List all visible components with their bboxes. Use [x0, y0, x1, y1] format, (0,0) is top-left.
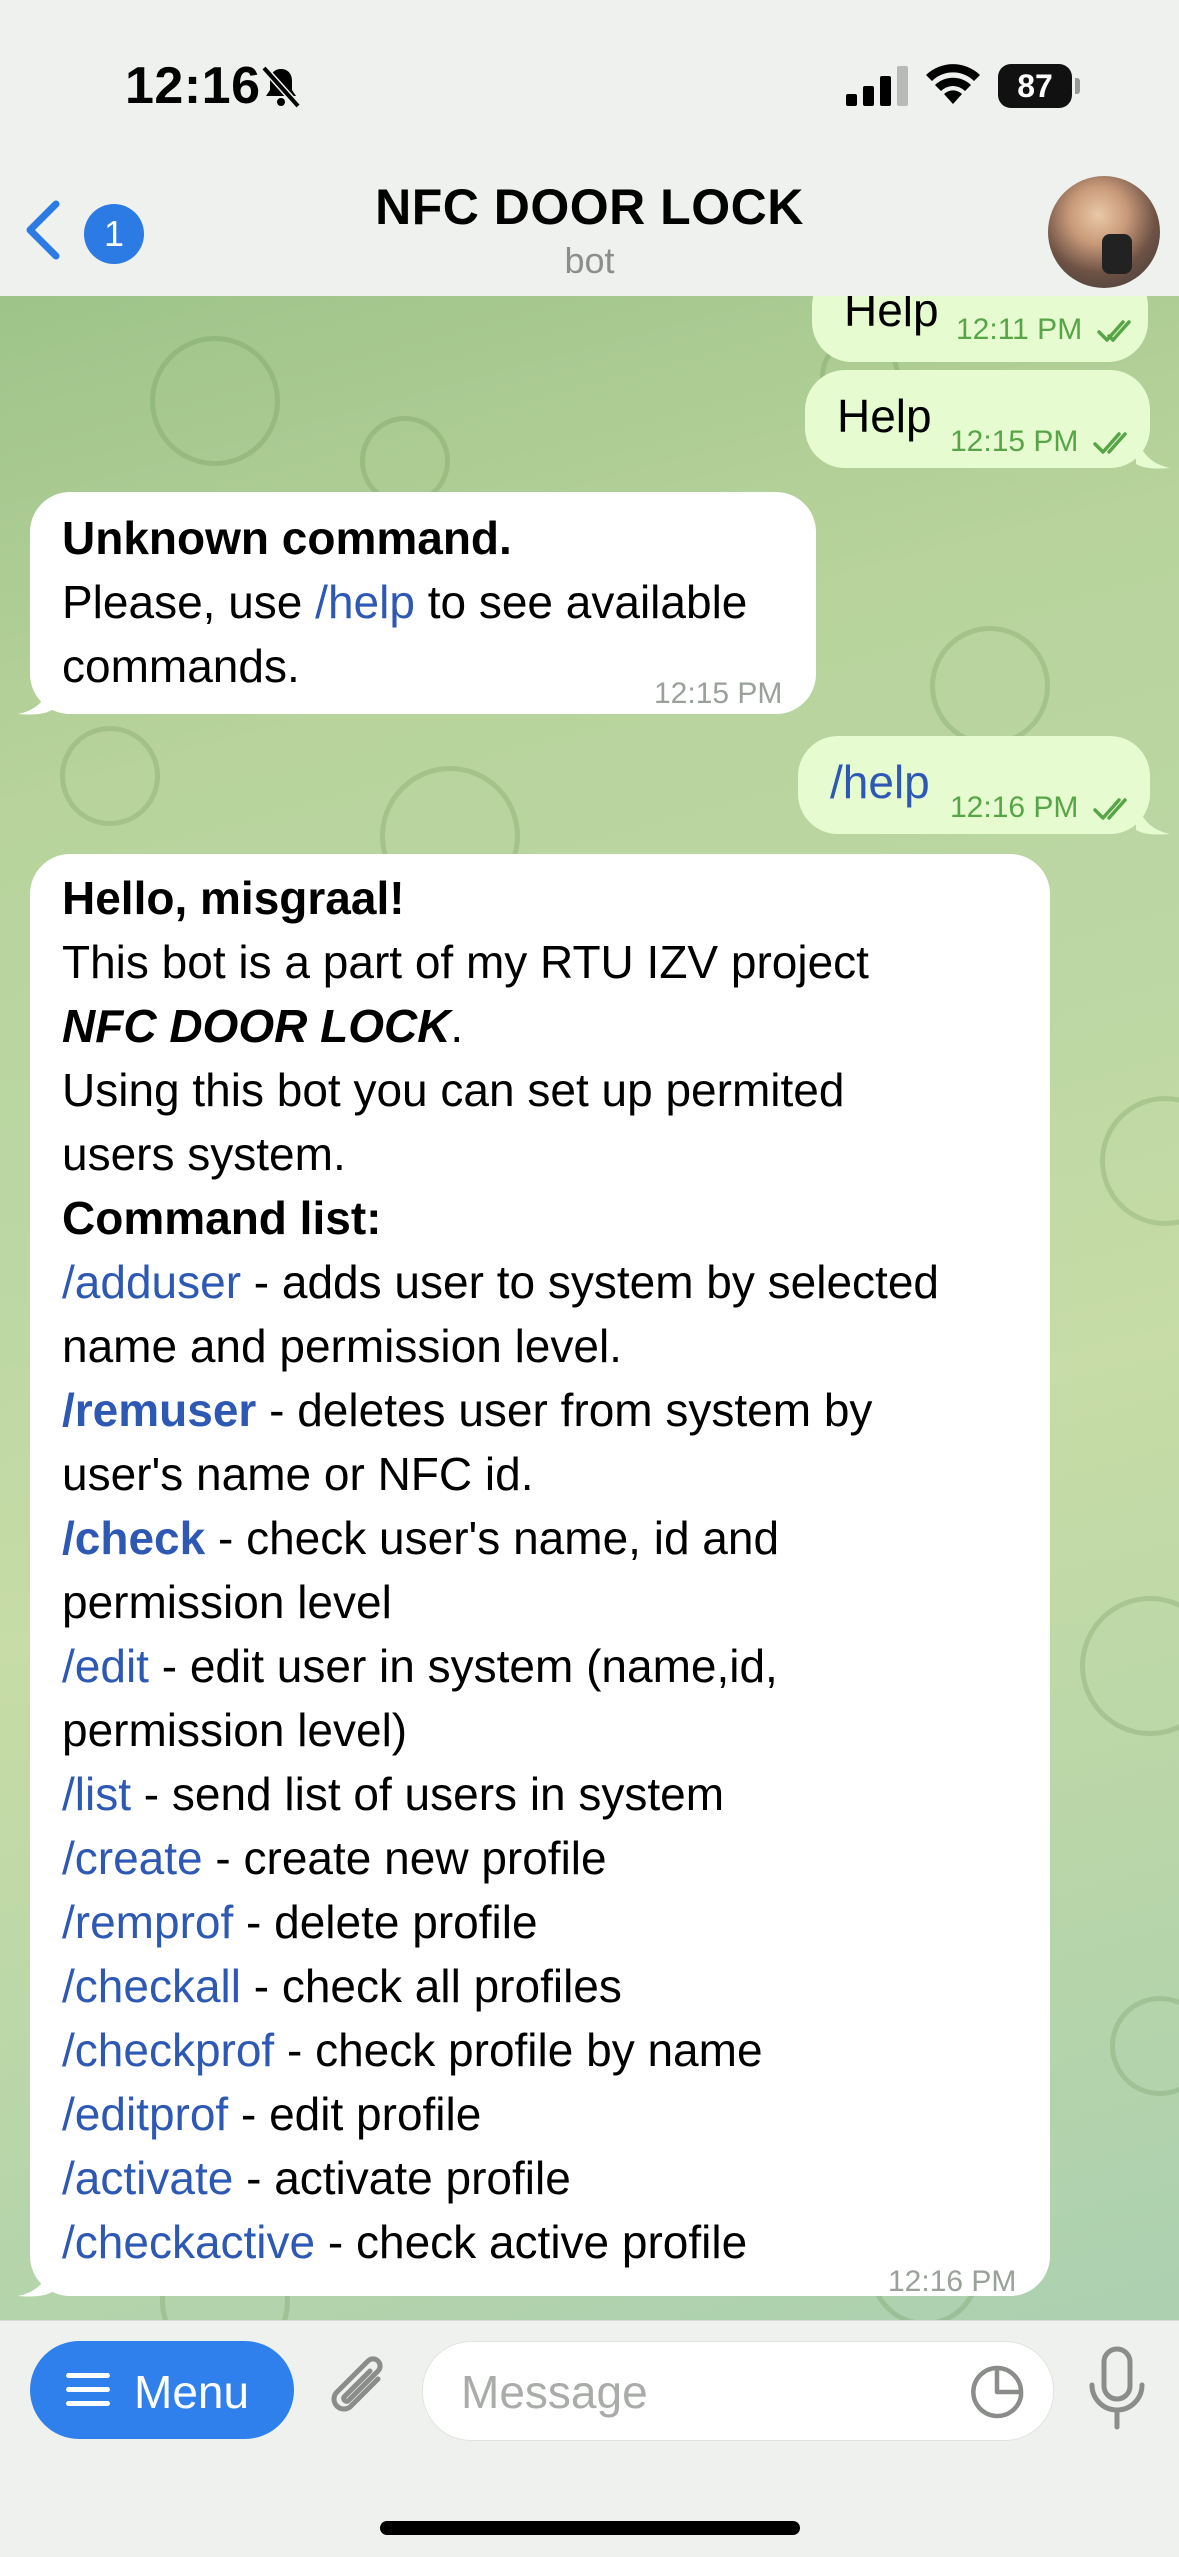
message-list[interactable]: Help 12:11 PM Help 12:15 PM Unknown comm… — [0, 296, 1179, 2320]
command-item: /check - check user's name, id and — [62, 1512, 780, 1564]
sticker-icon[interactable] — [967, 2362, 1027, 2422]
incoming-message[interactable]: Hello, misgraal! This bot is a part of m… — [30, 854, 1050, 2298]
command-link-editprof[interactable]: /editprof — [62, 2088, 228, 2140]
command-link-create[interactable]: /create — [62, 1832, 203, 1884]
cellular-signal-icon — [846, 66, 908, 106]
command-item: /remprof - delete profile — [62, 1896, 538, 1948]
command-item: /checkall - check all profiles — [62, 1960, 622, 2012]
double-check-icon — [1093, 432, 1127, 454]
command-link-edit[interactable]: /edit — [62, 1640, 149, 1692]
message-input-container — [422, 2341, 1054, 2441]
command-item: /editprof - edit profile — [62, 2088, 482, 2140]
microphone-icon[interactable] — [1082, 2341, 1152, 2437]
message-time: 12:11 PM — [956, 298, 1141, 362]
menu-button[interactable]: Menu — [30, 2341, 294, 2439]
message-time: 12:15 PM — [950, 410, 1137, 474]
outgoing-message[interactable]: /help 12:16 PM — [798, 736, 1150, 834]
command-link-remprof[interactable]: /remprof — [62, 1896, 233, 1948]
command-item: /activate - activate profile — [62, 2152, 571, 2204]
message-time: 12:16 PM — [950, 776, 1137, 840]
battery-level: 87 — [998, 64, 1072, 108]
command-item: /edit - edit user in system (name,id, — [62, 1640, 778, 1692]
battery-icon: 87 — [998, 64, 1080, 108]
command-link-remuser[interactable]: /remuser — [62, 1384, 256, 1436]
bubble-tail — [1136, 796, 1170, 835]
status-time: 12:16 — [125, 57, 261, 115]
outgoing-message[interactable]: Help 12:15 PM — [805, 370, 1150, 468]
bubble-tail — [1136, 430, 1170, 469]
message-text: Help — [837, 390, 932, 442]
command-item: /remuser - deletes user from system by — [62, 1384, 873, 1436]
avatar[interactable] — [1048, 176, 1160, 288]
command-link-checkprof[interactable]: /checkprof — [62, 2024, 274, 2076]
command-link-list[interactable]: /list — [62, 1768, 131, 1820]
outgoing-message[interactable]: Help 12:11 PM — [812, 296, 1148, 362]
double-check-icon — [1093, 798, 1127, 820]
help-command-link[interactable]: /help — [315, 576, 415, 628]
command-link-check[interactable]: /check — [62, 1512, 205, 1564]
chat-title[interactable]: NFC DOOR LOCK — [0, 178, 1179, 236]
wifi-icon — [926, 64, 980, 104]
message-text: /help — [830, 756, 930, 808]
chat-subtitle: bot — [564, 240, 615, 281]
message-text: Help — [844, 296, 939, 336]
command-link-checkall[interactable]: /checkall — [62, 1960, 241, 2012]
command-link-activate[interactable]: /activate — [62, 2152, 233, 2204]
status-bar: 12:16 87 — [0, 0, 1179, 170]
command-link-adduser[interactable]: /adduser — [62, 1256, 241, 1308]
double-check-icon — [1096, 320, 1131, 342]
paperclip-icon[interactable] — [322, 2349, 396, 2429]
hamburger-icon — [66, 2373, 110, 2406]
command-item: /list - send list of users in system — [62, 1768, 725, 1820]
message-text: Hello, misgraal! This bot is a part of m… — [62, 866, 1032, 2274]
command-item: /checkprof - check profile by name — [62, 2024, 763, 2076]
chat-header: 1 NFC DOOR LOCK bot — [0, 170, 1179, 297]
message-time: 12:16 PM — [888, 2265, 1017, 2298]
bubble-tail — [18, 676, 52, 715]
command-item: /adduser - adds user to system by select… — [62, 1256, 939, 1308]
command-link-checkactive[interactable]: /checkactive — [62, 2216, 315, 2268]
home-indicator[interactable] — [380, 2521, 800, 2535]
command-item: /create - create new profile — [62, 1832, 607, 1884]
composer-bar: Menu — [0, 2320, 1179, 2557]
message-time: 12:15 PM — [654, 677, 783, 710]
command-item: /checkactive - check active profile — [62, 2216, 748, 2268]
message-input[interactable] — [459, 2364, 963, 2420]
bubble-tail — [18, 2258, 52, 2297]
bell-slash-icon — [261, 65, 301, 109]
incoming-message[interactable]: Unknown command. Please, use /help to se… — [30, 492, 816, 714]
menu-label: Menu — [134, 2366, 250, 2418]
